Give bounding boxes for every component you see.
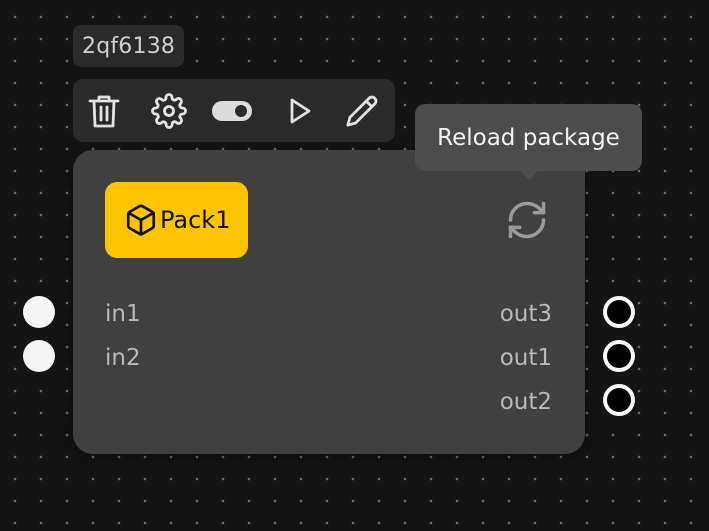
package-label: Pack1 [160, 206, 231, 234]
output-port-label: out1 [499, 345, 552, 371]
package-icon [126, 204, 156, 236]
output-port-out1[interactable] [603, 340, 635, 372]
play-icon [290, 98, 311, 124]
input-port-in2[interactable] [23, 340, 55, 372]
reload-tooltip: Reload package [415, 104, 642, 171]
pencil-icon [346, 95, 378, 127]
output-port-label: out3 [499, 301, 552, 327]
run-button[interactable] [279, 90, 321, 132]
gear-icon [151, 93, 187, 129]
output-port-out2[interactable] [603, 384, 635, 416]
tooltip-arrow [520, 171, 538, 180]
output-port-label: out2 [499, 389, 552, 415]
output-port-out3[interactable] [603, 296, 635, 328]
input-port-label: in2 [105, 345, 141, 371]
trash-icon [88, 95, 120, 128]
input-port-label: in1 [105, 301, 141, 327]
reload-icon [508, 201, 546, 239]
delete-button[interactable] [83, 90, 125, 132]
package-badge[interactable]: Pack1 [105, 182, 248, 258]
node-id-label: 2qf6138 [73, 25, 185, 67]
edit-button[interactable] [341, 90, 383, 132]
toggle-button[interactable] [211, 90, 253, 132]
input-port-in1[interactable] [23, 296, 55, 328]
reload-package-button[interactable] [505, 198, 549, 242]
toggle-icon [212, 101, 252, 121]
node-toolbar [73, 79, 395, 142]
package-node[interactable]: Pack1 in1 in2 out3 out1 out2 [73, 150, 585, 454]
settings-button[interactable] [148, 90, 190, 132]
